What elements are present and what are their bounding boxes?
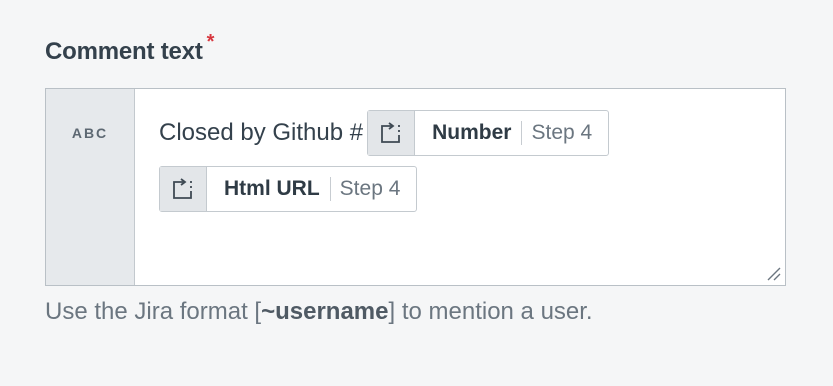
type-gutter: ABC	[46, 89, 135, 285]
help-suffix: ] to mention a user.	[388, 298, 593, 325]
editor-content[interactable]: Closed by Github # Number Step 4 Html UR…	[135, 89, 785, 285]
field-label: Comment text	[45, 38, 203, 65]
token-name: Html URL	[224, 177, 320, 200]
comment-text-editor[interactable]: ABC Closed by Github # Number Step 4 Htm…	[45, 88, 786, 286]
step-reference-icon	[368, 111, 416, 155]
token-html-url[interactable]: Html URL Step 4	[159, 166, 418, 212]
token-step: Step 4	[339, 177, 401, 200]
editor-line-1: Closed by Github # Number Step 4	[159, 109, 610, 157]
token-separator	[329, 177, 331, 201]
token-name: Number	[432, 121, 512, 144]
step-reference-icon	[160, 167, 207, 211]
required-marker: *	[206, 31, 215, 53]
token-body: Number Step 4	[415, 111, 608, 155]
help-prefix: Use the Jira format [	[45, 298, 262, 325]
resize-grip-icon[interactable]	[765, 265, 781, 281]
help-text: Use the Jira format [~username] to menti…	[45, 298, 593, 326]
token-separator	[521, 121, 523, 145]
token-step: Step 4	[531, 121, 593, 144]
comment-text-field: Comment text * ABC Closed by Github # Nu…	[45, 30, 786, 325]
token-number[interactable]: Number Step 4	[367, 110, 610, 156]
text-type-badge: ABC	[71, 125, 109, 141]
help-username-syntax: ~username	[261, 298, 389, 325]
field-label-row: Comment text *	[45, 30, 786, 70]
token-body: Html URL Step 4	[207, 167, 416, 211]
editor-plain-text: Closed by Github #	[159, 119, 364, 146]
editor-line-2: Html URL Step 4	[159, 165, 418, 213]
